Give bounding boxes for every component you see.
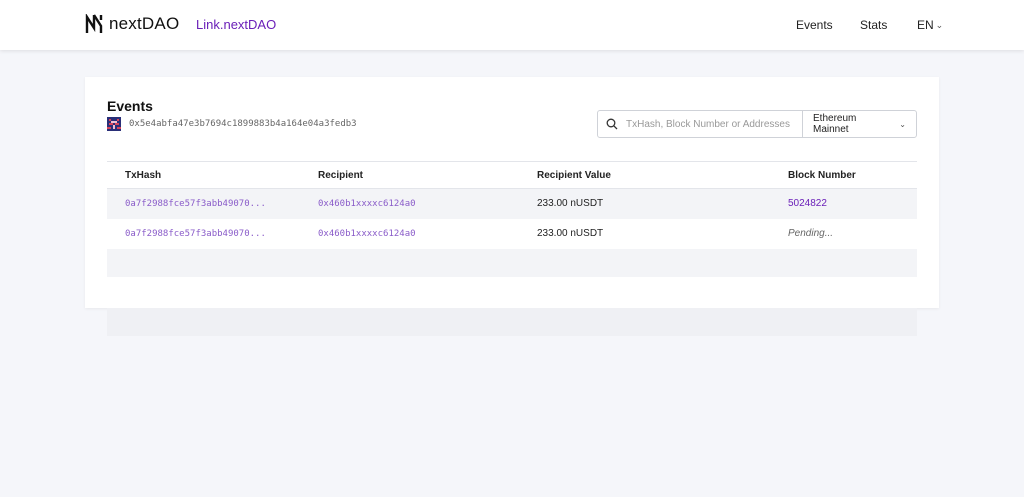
recipient-link[interactable]: 0x460b1xxxxc6124a0	[318, 229, 416, 239]
panel-footer-strip	[107, 308, 917, 336]
nextdao-logo-icon	[85, 14, 103, 33]
address-row: 0x5e4abfa47e3b7694c1899883b4a164e04a3fed…	[107, 117, 357, 131]
events-panel: Events 0x5e4abfa47e3b7694c1899883b4a164e…	[85, 77, 939, 308]
events-table: TxHash Recipient Recipient Value Block N…	[107, 161, 917, 277]
search-icon	[600, 118, 624, 130]
block-number-pending: Pending...	[788, 228, 834, 239]
column-header-block-number: Block Number	[788, 170, 856, 181]
txhash-link[interactable]: 0a7f2988fce57f3abb49070...	[125, 229, 266, 239]
brand-logo[interactable]: nextDAO	[85, 14, 179, 34]
column-header-recipient: Recipient	[318, 170, 364, 181]
table-row: 0a7f2988fce57f3abb49070... 0x460b1xxxxc6…	[107, 219, 917, 249]
txhash-link[interactable]: 0a7f2988fce57f3abb49070...	[125, 199, 266, 209]
column-header-txhash: TxHash	[125, 170, 162, 181]
network-selected-label: Ethereum Mainnet	[813, 113, 857, 135]
language-selector[interactable]: EN ⌄	[917, 18, 943, 32]
identicon-avatar	[107, 117, 121, 131]
recipient-link[interactable]: 0x460b1xxxxc6124a0	[318, 199, 416, 209]
recipient-value: 233.00 nUSDT	[537, 228, 604, 239]
column-header-recipient-value: Recipient Value	[537, 170, 611, 181]
wallet-address[interactable]: 0x5e4abfa47e3b7694c1899883b4a164e04a3fed…	[129, 119, 357, 129]
page-title: Events	[107, 98, 153, 114]
language-label: EN	[917, 18, 934, 32]
brand-name: nextDAO	[109, 14, 180, 33]
search-bar: Ethereum Mainnet ⌄	[597, 110, 917, 138]
search-input[interactable]	[626, 111, 802, 137]
chevron-down-icon: ⌄	[935, 19, 944, 30]
nav-events[interactable]: Events	[796, 18, 833, 32]
table-header: TxHash Recipient Recipient Value Block N…	[107, 161, 917, 189]
chevron-down-icon: ⌄	[899, 119, 906, 129]
table-row-empty	[107, 249, 917, 277]
network-select[interactable]: Ethereum Mainnet ⌄	[802, 111, 916, 137]
nav-stats[interactable]: Stats	[860, 18, 887, 32]
recipient-value: 233.00 nUSDT	[537, 198, 604, 209]
link-nextdao[interactable]: Link.nextDAO	[196, 17, 276, 32]
block-number-link[interactable]: 5024822	[788, 198, 827, 209]
table-row: 0a7f2988fce57f3abb49070... 0x460b1xxxxc6…	[107, 189, 917, 219]
top-navbar: nextDAO Link.nextDAO Events Stats EN ⌄	[0, 0, 1024, 50]
